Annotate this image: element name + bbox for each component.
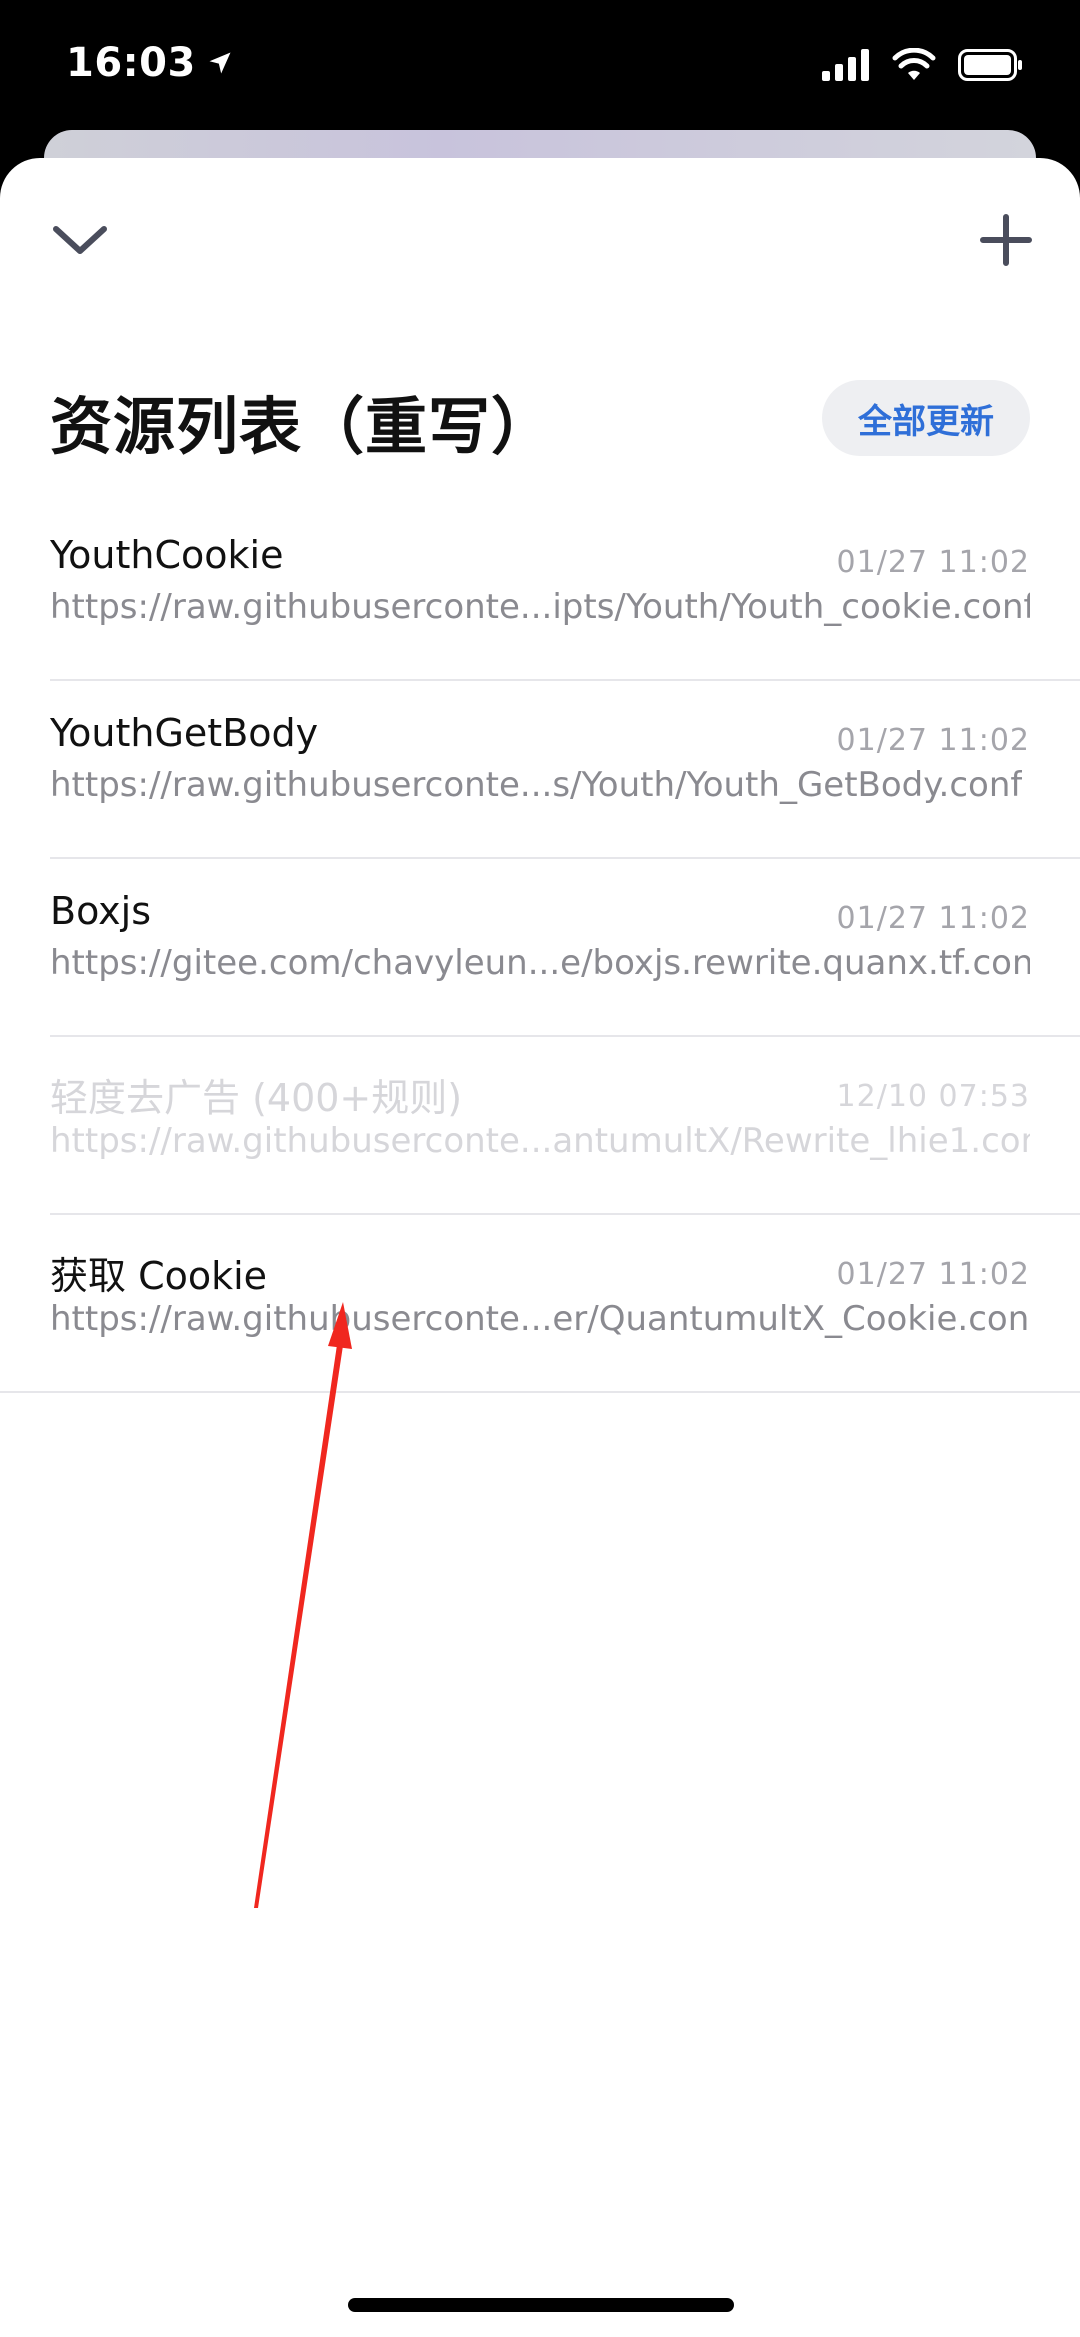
resource-name: 获取 Cookie <box>50 1254 268 1298</box>
resource-url: https://gitee.com/chavyleun...e/boxjs.re… <box>50 943 1030 983</box>
collapse-button[interactable] <box>48 208 112 272</box>
location-arrow-icon <box>209 52 231 74</box>
resource-list: YouthCookie 01/27 11:02 https://raw.gith… <box>0 503 1080 1393</box>
list-item-disabled[interactable]: 轻度去广告 (400+规则) 12/10 07:53 https://raw.g… <box>50 1037 1080 1215</box>
page-title: 资源列表（重写） <box>50 390 555 463</box>
resource-url: https://raw.githubuserconte...antumultX/… <box>50 1121 1030 1161</box>
add-button[interactable] <box>974 208 1038 272</box>
resource-time: 12/10 07:53 <box>836 1079 1030 1114</box>
list-item[interactable]: YouthCookie 01/27 11:02 https://raw.gith… <box>50 503 1080 681</box>
status-icons <box>822 48 1024 82</box>
signal-icon <box>822 49 869 81</box>
resource-name: Boxjs <box>50 889 151 933</box>
update-all-button[interactable]: 全部更新 <box>822 380 1030 456</box>
resource-time: 01/27 11:02 <box>836 901 1030 936</box>
status-bar: 16:03 <box>0 0 1080 140</box>
list-item[interactable]: YouthGetBody 01/27 11:02 https://raw.git… <box>50 681 1080 859</box>
battery-icon <box>958 49 1022 81</box>
status-time: 16:03 <box>66 40 234 86</box>
resource-name: YouthCookie <box>50 533 284 577</box>
resource-sheet: 资源列表（重写） 全部更新 YouthCookie 01/27 11:02 ht… <box>0 158 1080 2337</box>
status-time-text: 16:03 <box>66 40 196 86</box>
list-item[interactable]: 获取 Cookie 01/27 11:02 https://raw.github… <box>0 1215 1080 1393</box>
resource-time: 01/27 11:02 <box>836 545 1030 580</box>
resource-name: 轻度去广告 (400+规则) <box>50 1076 463 1120</box>
resource-url: https://raw.githubuserconte...ipts/Youth… <box>50 587 1030 627</box>
resource-time: 01/27 11:02 <box>836 723 1030 758</box>
resource-time: 01/27 11:02 <box>836 1257 1030 1292</box>
wifi-icon <box>892 48 936 80</box>
resource-url: https://raw.githubuserconte...er/Quantum… <box>50 1299 1030 1339</box>
list-item[interactable]: Boxjs 01/27 11:02 https://gitee.com/chav… <box>50 859 1080 1037</box>
plus-icon <box>980 214 1032 266</box>
home-indicator <box>348 2298 734 2312</box>
chevron-down-icon <box>53 226 107 254</box>
resource-url: https://raw.githubuserconte...s/Youth/Yo… <box>50 765 1023 805</box>
resource-name: YouthGetBody <box>50 711 319 755</box>
